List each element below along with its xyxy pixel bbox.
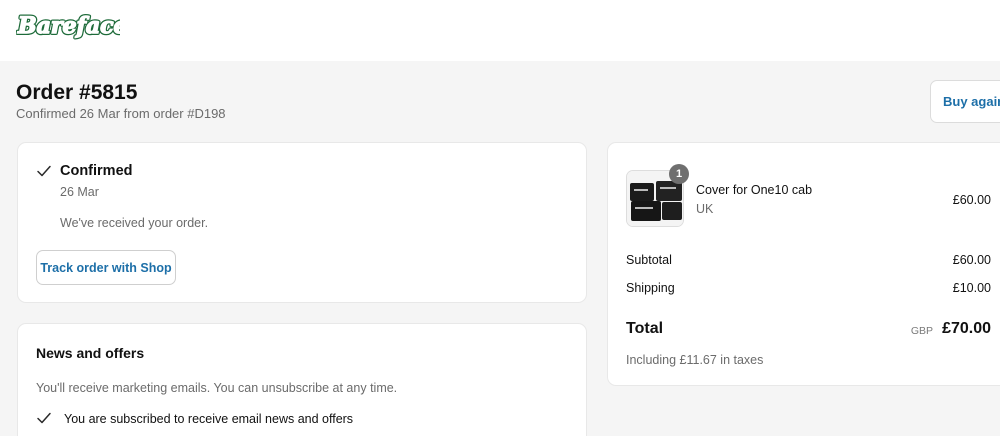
order-summary-card: 1 Cover for One10 cab UK £60.00 Subtotal… [607, 142, 1000, 386]
checkmark-icon [37, 165, 51, 177]
news-offers-card: News and offers You'll receive marketing… [17, 323, 587, 436]
status-title: Confirmed [60, 163, 133, 179]
buy-again-button[interactable]: Buy again [930, 80, 1000, 123]
status-message: We've received your order. [60, 216, 209, 230]
news-title: News and offers [36, 345, 145, 361]
item-variant: UK [696, 202, 714, 216]
checkmark-icon [37, 412, 51, 424]
order-status-card: Confirmed 26 Mar We've received your ord… [17, 142, 587, 303]
svg-text:Barefaced: Barefaced [17, 13, 120, 39]
shipping-label: Shipping [626, 281, 675, 295]
tax-note: Including £11.67 in taxes [626, 353, 764, 367]
order-title: Order #5815 [16, 81, 138, 104]
status-date: 26 Mar [60, 185, 99, 199]
top-bar: Barefaced Barefaced Barefaced [0, 0, 1000, 61]
total-value: £70.00 [942, 320, 991, 337]
quantity-badge: 1 [669, 164, 689, 184]
item-price: £60.00 [952, 193, 991, 207]
item-name: Cover for One10 cab [696, 183, 813, 197]
shipping-value: £10.00 [952, 281, 991, 295]
barefaced-logo[interactable]: Barefaced Barefaced Barefaced [16, 4, 120, 44]
subscription-status: You are subscribed to receive email news… [64, 412, 354, 426]
order-subtitle: Confirmed 26 Mar from order #D198 [16, 106, 226, 121]
subtotal-label: Subtotal [626, 253, 672, 267]
subtotal-value: £60.00 [952, 253, 991, 267]
track-order-button[interactable]: Track order with Shop [36, 250, 176, 285]
total-label: Total [626, 320, 664, 337]
news-description: You'll receive marketing emails. You can… [36, 381, 398, 395]
